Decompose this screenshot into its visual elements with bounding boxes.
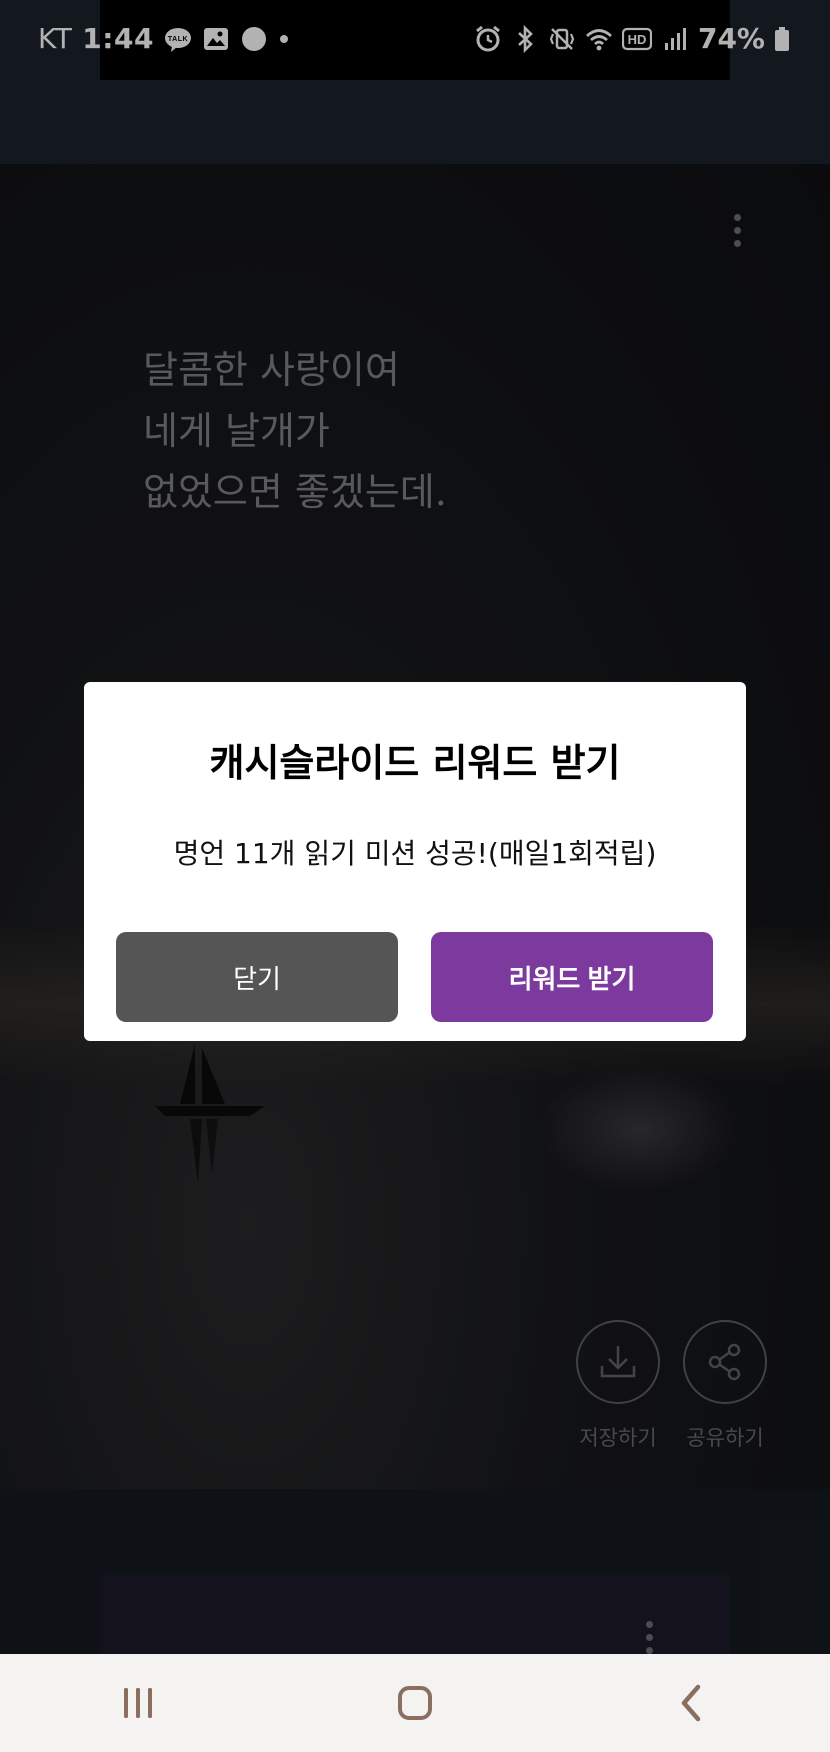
back-button[interactable] [632,1654,752,1752]
dialog-title: 캐시슬라이드 리워드 받기 [209,741,621,785]
home-icon [397,1686,432,1720]
get-reward-button[interactable]: 리워드 받기 [431,932,713,1022]
home-button[interactable] [355,1654,475,1752]
navigation-bar [0,1654,830,1752]
recent-apps-icon [124,1688,153,1718]
back-icon [681,1684,700,1722]
dialog-message: 명언 11개 읽기 미션 성공!(매일1회적립) [173,837,657,870]
recent-apps-button[interactable] [78,1654,198,1752]
reward-dialog: 캐시슬라이드 리워드 받기 명언 11개 읽기 미션 성공!(매일1회적립) 닫… [84,682,746,1041]
close-button[interactable]: 닫기 [116,932,398,1022]
